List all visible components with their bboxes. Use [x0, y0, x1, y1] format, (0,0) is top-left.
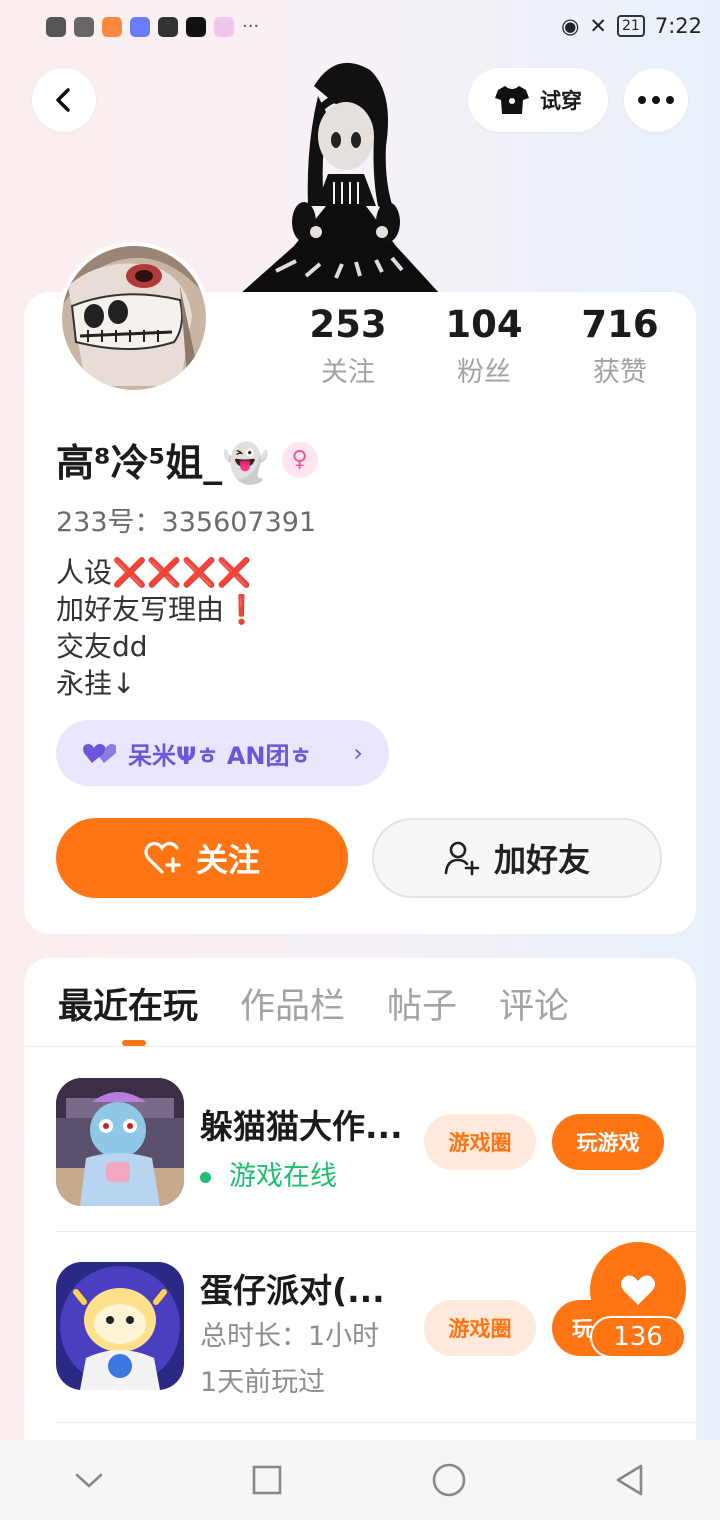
gender-female-icon: ♀ — [281, 441, 318, 478]
back-arrow-icon — [56, 88, 70, 112]
system-nav-bar — [0, 1440, 720, 1520]
eye-comfort-icon: ◉ — [561, 14, 580, 38]
stat-following[interactable]: 253 关注 — [283, 300, 413, 396]
music-icon — [130, 16, 150, 37]
user-avatar[interactable] — [58, 242, 210, 394]
profile-tabs: 最近在玩 作品栏 帖子 评论 — [58, 978, 569, 1029]
bio: 人设❌❌❌❌ 加好友写理由❗ 交友dd 永挂↓ — [56, 554, 259, 702]
game-last-played: 1天前玩过 — [200, 1367, 326, 1398]
stat-fans[interactable]: 104 粉丝 — [419, 300, 549, 396]
alert-icon — [46, 16, 66, 37]
nav-collapse-icon[interactable] — [74, 1470, 104, 1490]
add-user-icon — [444, 841, 480, 876]
online-status-text: 游戏在线 — [229, 1161, 337, 1192]
try-on-label: 试穿 — [540, 89, 582, 113]
nav-recents-icon[interactable] — [251, 1464, 283, 1496]
clock: 7:22 — [654, 14, 702, 38]
system-status: ◉ ✕ 21 7:22 — [561, 14, 702, 38]
tab-divider — [24, 1046, 696, 1047]
more-dots-icon — [638, 96, 674, 104]
row-divider — [56, 1231, 696, 1232]
try-on-button[interactable]: 试穿 — [468, 68, 608, 132]
wifi-icon — [74, 16, 94, 37]
notification-icons: ··· — [46, 16, 259, 37]
avatar-character-image — [240, 62, 440, 294]
fans-label: 粉丝 — [457, 357, 511, 388]
game-status: 游戏在线 — [200, 1154, 337, 1193]
video-icon — [158, 16, 178, 37]
bio-line: 交友dd — [56, 630, 148, 663]
play-game-button[interactable]: 玩游戏 — [552, 1114, 664, 1170]
game-list-item[interactable]: 躲猫猫大作... 游戏在线 游戏圈 玩游戏 — [24, 1078, 696, 1208]
heart-icon — [620, 1275, 656, 1305]
tab-recently-played[interactable]: 最近在玩 — [58, 978, 198, 1029]
username-row: 高⁸冷⁵姐_👻 ♀ — [56, 432, 318, 487]
tshirt-icon — [495, 86, 529, 114]
game-icon[interactable] — [56, 1262, 184, 1390]
club-name: 呆米Ψㅎ AN团ㅎ — [128, 741, 312, 770]
fans-count: 104 — [445, 303, 523, 346]
follow-button[interactable]: 关注 — [56, 818, 348, 898]
game-cover-image — [56, 1078, 184, 1206]
game-title: 蛋仔派对(... — [200, 1271, 385, 1310]
game-cover-image — [56, 1262, 184, 1390]
nav-back-icon[interactable] — [614, 1463, 646, 1497]
avatar-character[interactable] — [236, 56, 444, 294]
tab-works[interactable]: 作品栏 — [240, 978, 345, 1029]
following-label: 关注 — [321, 357, 375, 388]
club-badge[interactable]: 呆米Ψㅎ AN团ㅎ › — [56, 720, 389, 786]
online-dot-icon — [200, 1172, 211, 1183]
more-options-button[interactable] — [624, 68, 688, 132]
add-friend-button[interactable]: 加好友 — [372, 818, 662, 898]
like-count: 136 — [590, 1316, 686, 1358]
status-bar: ··· ◉ ✕ 21 7:22 — [0, 0, 720, 56]
game-title: 躲猫猫大作... — [200, 1107, 403, 1146]
tab-comments[interactable]: 评论 — [499, 978, 569, 1029]
stat-likes[interactable]: 716 获赞 — [555, 300, 685, 396]
game-circle-button[interactable]: 游戏圈 — [424, 1300, 536, 1356]
battery-indicator: 21 — [617, 15, 645, 37]
nav-home-icon[interactable] — [431, 1462, 467, 1498]
mute-icon: ✕ — [589, 14, 607, 38]
chevron-right-icon: › — [353, 739, 363, 767]
app-icon — [214, 16, 234, 37]
game-icon[interactable] — [56, 1078, 184, 1206]
username: 高⁸冷⁵姐_👻 — [56, 441, 270, 485]
app-notify-icon — [102, 16, 122, 37]
row-divider — [56, 1422, 696, 1423]
likes-received-count: 716 — [581, 303, 659, 346]
tiktok-icon — [186, 16, 206, 37]
user-avatar-image — [62, 246, 206, 390]
heart-plus-icon — [144, 841, 181, 874]
double-heart-icon — [83, 744, 116, 763]
bio-line: 永挂↓ — [56, 667, 136, 700]
add-friend-label: 加好友 — [493, 841, 590, 879]
bio-line: 人设❌❌❌❌ — [56, 556, 252, 589]
user-id[interactable]: 233号：335607391 — [56, 500, 316, 539]
likes-received-label: 获赞 — [593, 357, 647, 388]
game-play-duration: 总时长：1小时 — [200, 1321, 380, 1352]
back-button[interactable] — [32, 68, 96, 132]
bio-line: 加好友写理由❗ — [56, 593, 259, 626]
game-circle-button[interactable]: 游戏圈 — [424, 1114, 536, 1170]
more-notify-icon: ··· — [242, 16, 260, 37]
follow-label: 关注 — [195, 841, 260, 879]
following-count: 253 — [309, 303, 387, 346]
tab-posts[interactable]: 帖子 — [387, 978, 457, 1029]
